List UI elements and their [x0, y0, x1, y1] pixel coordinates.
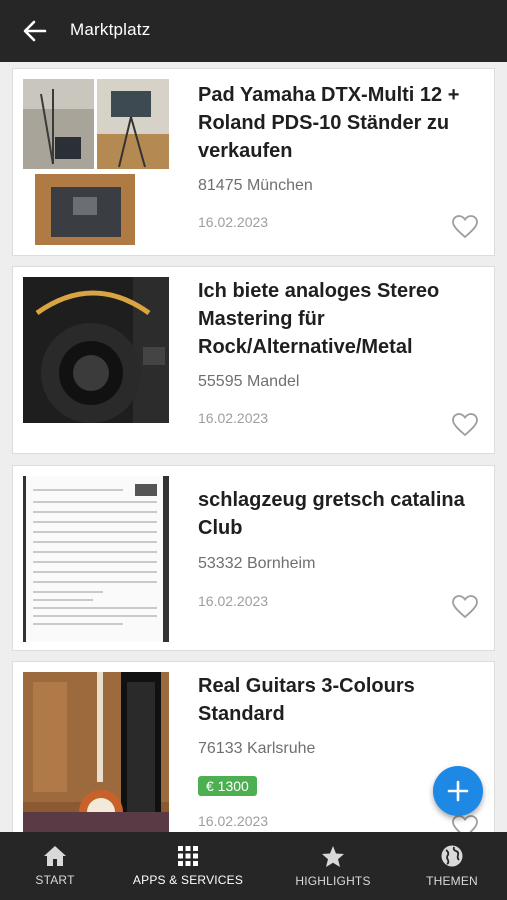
- star-icon: [322, 845, 344, 867]
- nav-label: START: [35, 873, 75, 887]
- heart-icon: [452, 215, 478, 239]
- arrow-left-icon: [23, 20, 47, 42]
- add-listing-button[interactable]: [433, 766, 483, 816]
- listing-date: 16.02.2023: [198, 813, 269, 829]
- favorite-button[interactable]: [452, 215, 478, 239]
- heart-icon: [452, 413, 478, 437]
- listing-date: 16.02.2023: [198, 410, 269, 426]
- favorite-button[interactable]: [452, 815, 478, 832]
- plus-icon: [447, 780, 469, 802]
- grid-icon: [178, 846, 198, 866]
- nav-item-themen[interactable]: THEMEN: [412, 832, 492, 900]
- listing-date: 16.02.2023: [198, 593, 269, 609]
- heart-icon: [452, 595, 478, 619]
- listing-card[interactable]: Pad Yamaha DTX-Multi 12 + Roland PDS-10 …: [12, 68, 495, 256]
- listing-location: 76133 Karlsruhe: [198, 740, 316, 757]
- listing-location: 81475 München: [198, 177, 313, 194]
- listing-title: Real Guitars 3-Colours Standard: [198, 675, 415, 725]
- listing-card[interactable]: schlagzeug gretsch catalina Club 53332 B…: [12, 465, 495, 651]
- listing-title: Pad Yamaha DTX-Multi 12 + Roland PDS-10 …: [198, 84, 460, 162]
- globe-icon: [441, 845, 463, 867]
- page-title: Marktplatz: [70, 20, 151, 39]
- listing-image: [23, 277, 169, 423]
- listing-location: 55595 Mandel: [198, 373, 300, 390]
- listing-image: [23, 79, 169, 245]
- listing-list[interactable]: Pad Yamaha DTX-Multi 12 + Roland PDS-10 …: [0, 62, 507, 832]
- nav-item-start[interactable]: START: [15, 832, 95, 900]
- nav-label: THEMEN: [426, 874, 478, 888]
- listing-location: 53332 Bornheim: [198, 555, 316, 572]
- home-icon: [44, 846, 66, 866]
- favorite-button[interactable]: [452, 413, 478, 437]
- listing-title: schlagzeug gretsch catalina Club: [198, 489, 465, 539]
- listing-card[interactable]: Ich biete analoges Stereo Mastering für …: [12, 266, 495, 454]
- nav-item-highlights[interactable]: HIGHLIGHTS: [288, 832, 378, 900]
- bottom-navigation: START APPS & SERVICES HIGHLIGHTS THEMEN: [0, 832, 507, 900]
- back-button[interactable]: [18, 16, 52, 46]
- heart-icon: [452, 815, 478, 832]
- nav-label: APPS & SERVICES: [132, 873, 244, 887]
- app-header: Marktplatz: [0, 0, 507, 62]
- price-badge: € 1300: [198, 776, 257, 796]
- listing-image: [23, 476, 169, 642]
- nav-label: HIGHLIGHTS: [295, 873, 371, 888]
- listing-card[interactable]: Real Guitars 3-Colours Standard 76133 Ka…: [12, 661, 495, 832]
- nav-item-apps-services[interactable]: APPS & SERVICES: [128, 832, 248, 900]
- favorite-button[interactable]: [452, 595, 478, 619]
- listing-image: [23, 672, 169, 832]
- listing-date: 16.02.2023: [198, 214, 269, 230]
- listing-title: Ich biete analoges Stereo Mastering für …: [198, 280, 440, 358]
